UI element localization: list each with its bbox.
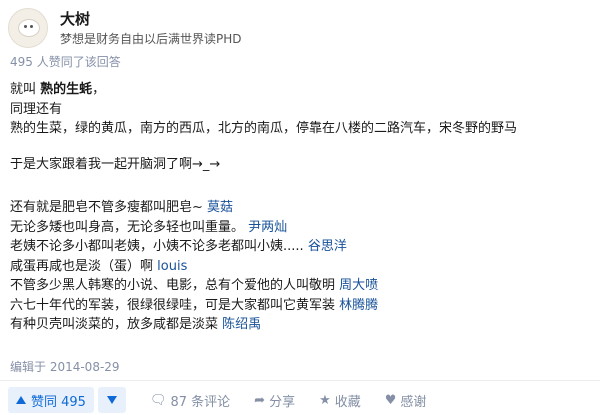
thanks-label: 感谢 — [400, 394, 427, 410]
quote-text: 有种贝壳叫淡菜的，放多咸都是淡菜 — [10, 317, 219, 332]
action-bar: 赞同 495 🗨 87 条评论 ➦ 分享 ★ 收藏 ♥ 感谢 — [0, 385, 600, 415]
quote-line: 老姨不论多小都叫老姨，小姨不论多老都叫小姨..... 谷思洋 — [10, 237, 517, 257]
avatar[interactable] — [8, 8, 48, 48]
downvote-button[interactable] — [97, 387, 126, 413]
content-line: 就叫 熟的生蚝， — [10, 80, 517, 100]
quote-text: 咸蛋再咸也是淡（蛋）啊 — [10, 258, 154, 274]
quote-line: 六七十年代的军装，很绿很绿哇，可是大家都叫它黄军装 林腾腾 — [10, 296, 517, 316]
quote-line: 无论多矮也叫身高，无论多轻也叫重量。 尹两灿 — [10, 218, 517, 238]
quote-line: 还有就是肥皂不管多瘦都叫肥皂~ 莫菇 — [10, 198, 517, 218]
author-name[interactable]: 大树 — [60, 10, 242, 28]
content-line: 于是大家跟着我一起开脑洞了啊→_→ — [10, 156, 221, 172]
quote-author-link[interactable]: 莫菇 — [207, 200, 233, 215]
author-bio: 梦想是财务自由以后满世界读PHD — [60, 32, 242, 46]
avatar-eye-left — [24, 25, 27, 28]
quote-text: 不管多少黑人韩寒的小说、电影，总有个爱他的人叫敬明 — [10, 278, 336, 293]
avatar-face — [18, 19, 40, 37]
share-label: 分享 — [269, 394, 296, 410]
favorite-button[interactable]: ★ 收藏 — [319, 391, 361, 410]
quote-author-link[interactable]: 尹两灿 — [248, 220, 287, 235]
quote-author-link[interactable]: 周大喷 — [339, 278, 378, 293]
bold-text: 熟的生蚝 — [40, 82, 93, 97]
edited-timestamp[interactable]: 编辑于 2014-08-29 — [10, 358, 120, 375]
quote-text: 老姨不论多小都叫老姨，小姨不论多老都叫小姨..... — [10, 239, 304, 254]
triangle-up-icon — [16, 396, 26, 404]
comment-label: 87 条评论 — [170, 394, 231, 410]
thanks-button[interactable]: ♥ 感谢 — [385, 391, 427, 410]
favorite-label: 收藏 — [334, 394, 361, 410]
quote-author-link[interactable]: 陈绍禹 — [222, 317, 261, 332]
avatar-eye-right — [30, 25, 33, 28]
share-button[interactable]: ➦ 分享 — [254, 391, 295, 410]
comment-button[interactable]: 🗨 87 条评论 — [150, 391, 230, 410]
heart-icon: ♥ — [384, 392, 397, 408]
content-line: 同理还有 — [10, 101, 63, 117]
quote-line: 不管多少黑人韩寒的小说、电影，总有个爱他的人叫敬明 周大喷 — [10, 276, 517, 296]
quote-line: 有种贝壳叫淡菜的，放多咸都是淡菜 陈绍禹 — [10, 315, 517, 335]
content-line: 熟的生菜，绿的黄瓜，南方的西瓜，北方的南瓜，停靠在八楼的二路汽车，宋冬野的野马 — [10, 121, 518, 136]
comment-bubble-icon: 🗨 — [149, 392, 167, 408]
upvote-count-note: 495 人赞同了该回答 — [10, 55, 121, 69]
upvote-button[interactable]: 赞同 495 — [8, 387, 94, 413]
divider — [0, 380, 600, 381]
quote-text: 无论多矮也叫身高，无论多轻也叫重量。 — [10, 219, 245, 235]
author-info: 大树 梦想是财务自由以后满世界读PHD — [60, 10, 242, 46]
triangle-down-icon — [106, 396, 117, 404]
upvote-label: 赞同 495 — [31, 394, 86, 410]
star-icon: ★ — [319, 392, 331, 408]
quote-author-link[interactable]: 林腾腾 — [339, 298, 378, 313]
quote-line: 咸蛋再咸也是淡（蛋）啊 louis — [10, 257, 517, 277]
answer-content: 就叫 熟的生蚝， 同理还有 熟的生菜，绿的黄瓜，南方的西瓜，北方的南瓜，停靠在八… — [10, 80, 517, 335]
text-span: ， — [92, 82, 106, 97]
text-span: 就叫 — [10, 82, 37, 97]
quote-text: 六七十年代的军装，很绿很绿哇，可是大家都叫它黄军装 — [10, 297, 336, 313]
quote-author-link[interactable]: 谷思洋 — [308, 239, 347, 254]
answer-header: 大树 梦想是财务自由以后满世界读PHD — [8, 6, 242, 50]
quote-author-link[interactable]: louis — [157, 259, 187, 274]
quote-text: 还有就是肥皂不管多瘦都叫肥皂~ — [10, 200, 203, 215]
share-arrow-icon: ➦ — [254, 392, 266, 408]
